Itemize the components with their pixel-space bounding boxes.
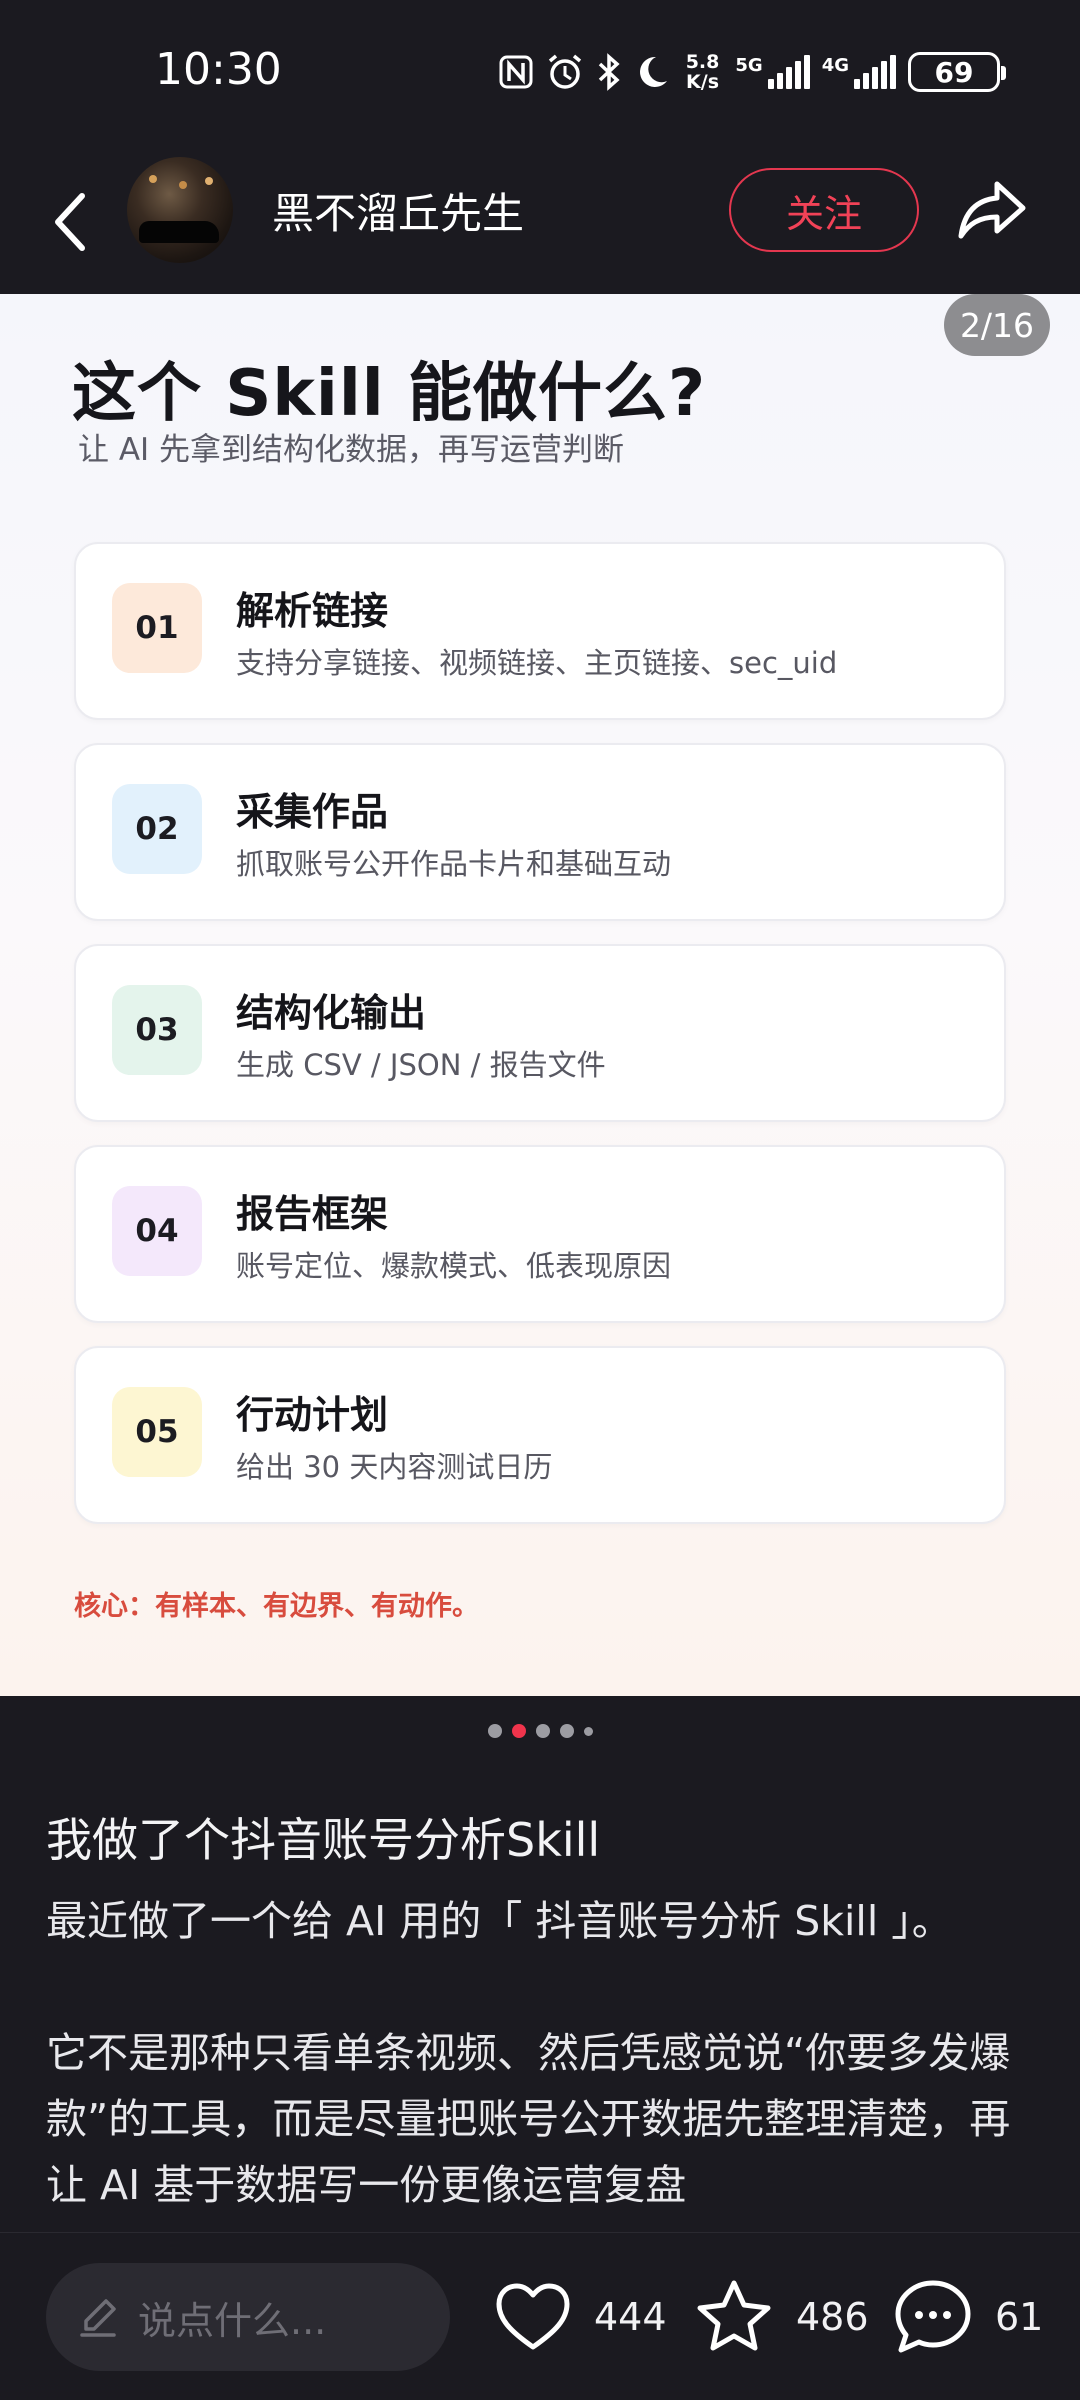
pencil-icon (80, 2299, 116, 2337)
feature-card: 02 采集作品 抓取账号公开作品卡片和基础互动 (74, 743, 1006, 921)
card-description: 给出 30 天内容测试日历 (236, 1450, 553, 1484)
card-description: 支持分享链接、视频链接、主页链接、sec_uid (236, 646, 838, 680)
network-speed: 5.8 K/s (686, 52, 720, 92)
comment-button[interactable]: 61 (893, 2277, 1043, 2357)
bottom-action-bar: 说点什么... 444 486 61 (0, 2232, 1080, 2400)
signal-4g-icon: 4G (822, 55, 896, 89)
card-number: 01 (112, 583, 202, 673)
post-body: 最近做了一个给 AI 用的「 抖音账号分析 Skill 」。 它不是那种只看单条… (46, 1888, 1036, 2284)
comment-placeholder: 说点什么... (138, 2298, 327, 2343)
card-title: 结构化输出 (236, 991, 427, 1035)
bluetooth-icon (598, 53, 620, 91)
page-indicator: 2/16 (944, 294, 1050, 356)
card-number: 03 (112, 985, 202, 1075)
slide-subtitle: 让 AI 先拿到结构化数据，再写运营判断 (78, 432, 625, 468)
card-title: 解析链接 (236, 589, 389, 633)
card-description: 账号定位、爆款模式、低表现原因 (236, 1249, 672, 1283)
card-title: 采集作品 (236, 790, 389, 834)
feature-card: 04 报告框架 账号定位、爆款模式、低表现原因 (74, 1145, 1006, 1323)
alarm-icon (548, 54, 581, 89)
feature-card: 05 行动计划 给出 30 天内容测试日历 (74, 1346, 1006, 1524)
star-icon (697, 2280, 771, 2351)
chevron-left-icon (55, 193, 85, 251)
card-title: 行动计划 (236, 1393, 389, 1437)
feature-card-list: 01 解析链接 支持分享链接、视频链接、主页链接、sec_uid 02 采集作品… (74, 542, 1006, 1547)
carousel-dot (559, 1724, 574, 1738)
net-speed-value: 5.8 (685, 51, 720, 73)
avatar[interactable] (127, 157, 233, 263)
status-time: 10:30 (155, 44, 282, 95)
status-icons: 5.8 K/s 5G 4G 69 (498, 50, 1006, 94)
card-number: 02 (112, 784, 202, 874)
post-paragraph: 它不是那种只看单条视频、然后凭感觉说“你要多发爆款”的工具，而是尽量把账号公开数… (46, 2029, 1011, 2209)
comment-count: 61 (995, 2295, 1044, 2339)
card-description: 生成 CSV / JSON / 报告文件 (236, 1048, 606, 1082)
battery-icon: 69 (908, 52, 1006, 92)
back-button[interactable] (40, 182, 100, 262)
card-title: 报告框架 (236, 1192, 389, 1236)
status-bar: 10:30 5.8 K/s 5G 4G 69 (0, 0, 1080, 150)
author-name[interactable]: 黑不溜丘先生 (272, 180, 524, 241)
moon-icon (639, 56, 667, 87)
favorite-count: 486 (796, 2295, 869, 2339)
post-image-slide[interactable]: 2/16 这个 Skill 能做什么? 让 AI 先拿到结构化数据，再写运营判断… (0, 294, 1080, 1696)
post-title: 我做了个抖音账号分析Skill (46, 1813, 601, 1867)
nfc-icon (499, 55, 533, 89)
core-summary: 核心：有样本、有边界、有动作。 (74, 1591, 479, 1622)
carousel-dot (583, 1726, 593, 1736)
signal-4g-label: 4G (821, 55, 849, 76)
comment-input[interactable]: 说点什么... (46, 2263, 450, 2371)
carousel-dot (535, 1724, 550, 1738)
signal-5g-icon: 5G (735, 55, 810, 89)
card-description: 抓取账号公开作品卡片和基础互动 (236, 847, 672, 881)
share-button[interactable] (955, 172, 1031, 248)
card-number: 05 (112, 1387, 202, 1477)
carousel-dot-active (511, 1724, 526, 1738)
like-count: 444 (594, 2295, 667, 2339)
feature-card: 01 解析链接 支持分享链接、视频链接、主页链接、sec_uid (74, 542, 1006, 720)
post-paragraph: 最近做了一个给 AI 用的「 抖音账号分析 Skill 」。 (46, 1897, 953, 1945)
heart-icon (496, 2283, 570, 2350)
carousel-dots (0, 1724, 1080, 1738)
net-speed-unit: K/s (686, 71, 720, 93)
comment-bubble-icon (895, 2280, 971, 2353)
carousel-dot (487, 1724, 502, 1738)
follow-button[interactable]: 关注 (729, 168, 919, 252)
favorite-button[interactable]: 486 (694, 2277, 869, 2357)
battery-level: 69 (934, 55, 974, 89)
signal-5g-label: 5G (735, 55, 763, 76)
card-number: 04 (112, 1186, 202, 1276)
share-icon (958, 181, 1026, 239)
slide-title: 这个 Skill 能做什么? (72, 357, 707, 431)
feature-card: 03 结构化输出 生成 CSV / JSON / 报告文件 (74, 944, 1006, 1122)
like-button[interactable]: 444 (494, 2277, 667, 2357)
